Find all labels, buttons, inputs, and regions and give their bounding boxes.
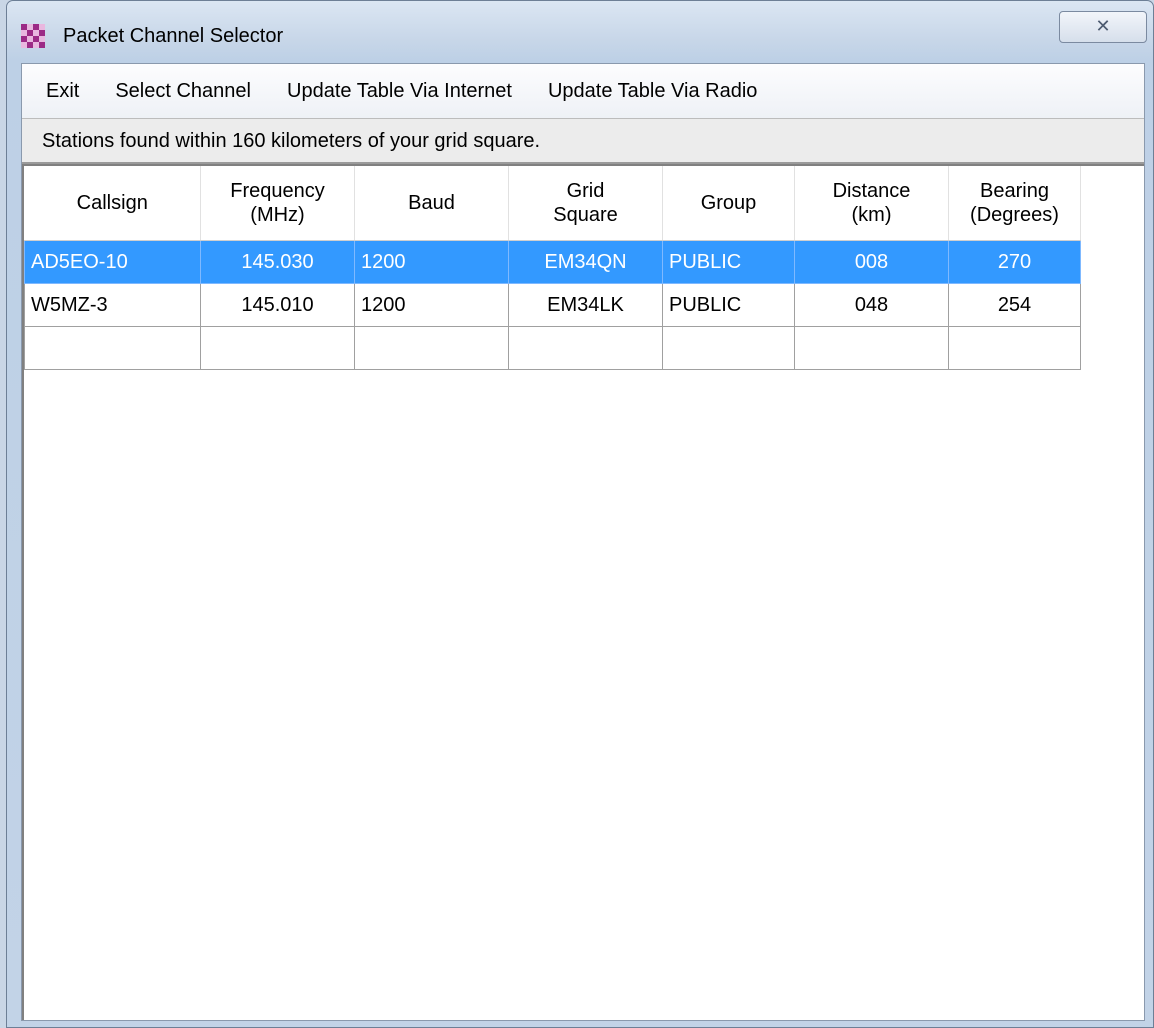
app-checker-icon xyxy=(21,24,45,48)
menu-select-channel[interactable]: Select Channel xyxy=(97,80,269,103)
app-window: Packet Channel Selector ✕ Exit Select Ch… xyxy=(6,0,1154,1028)
frequency-cell[interactable]: 145.030 xyxy=(200,240,355,284)
empty-cell[interactable] xyxy=(662,326,795,370)
column-header[interactable]: Callsign xyxy=(24,166,201,241)
callsign-cell[interactable]: AD5EO-10 xyxy=(24,240,201,284)
status-message: Stations found within 160 kilometers of … xyxy=(22,118,1144,164)
menu-exit[interactable]: Exit xyxy=(22,80,97,103)
table-row[interactable]: AD5EO-10 145.030 1200 EM34QN PUBLIC 008 … xyxy=(24,240,1081,284)
empty-cell[interactable] xyxy=(24,326,201,370)
client-area: Exit Select Channel Update Table Via Int… xyxy=(21,63,1145,1021)
stations-grid[interactable]: Callsign Frequency (MHz) Baud Grid Square … xyxy=(22,164,1144,1020)
distance-cell[interactable]: 048 xyxy=(794,283,949,327)
close-button[interactable]: ✕ xyxy=(1059,11,1147,43)
empty-cell[interactable] xyxy=(948,326,1081,370)
grid-square-cell[interactable]: EM34LK xyxy=(508,283,663,327)
title-bar[interactable]: Packet Channel Selector ✕ xyxy=(7,1,1153,63)
column-header[interactable]: Baud xyxy=(354,166,509,241)
menu-update-radio[interactable]: Update Table Via Radio xyxy=(530,80,775,103)
callsign-cell[interactable]: W5MZ-3 xyxy=(24,283,201,327)
empty-cell[interactable] xyxy=(794,326,949,370)
column-header[interactable]: Distance (km) xyxy=(794,166,949,241)
menu-update-internet[interactable]: Update Table Via Internet xyxy=(269,80,530,103)
frequency-cell[interactable]: 145.010 xyxy=(200,283,355,327)
close-icon: ✕ xyxy=(1095,16,1111,36)
empty-cell[interactable] xyxy=(200,326,355,370)
column-header[interactable]: Group xyxy=(662,166,795,241)
baud-cell[interactable]: 1200 xyxy=(354,283,509,327)
menu-bar: Exit Select Channel Update Table Via Int… xyxy=(22,64,1144,119)
column-header[interactable]: Bearing (Degrees) xyxy=(948,166,1081,241)
baud-cell[interactable]: 1200 xyxy=(354,240,509,284)
group-cell[interactable]: PUBLIC xyxy=(662,240,795,284)
grid-square-cell[interactable]: EM34QN xyxy=(508,240,663,284)
header-row: Callsign Frequency (MHz) Baud Grid Square … xyxy=(24,166,1081,241)
column-header[interactable]: Grid Square xyxy=(508,166,663,241)
column-header[interactable]: Frequency (MHz) xyxy=(200,166,355,241)
bearing-cell[interactable]: 254 xyxy=(948,283,1081,327)
group-cell[interactable]: PUBLIC xyxy=(662,283,795,327)
stations-table: Callsign Frequency (MHz) Baud Grid Square … xyxy=(24,166,1081,370)
distance-cell[interactable]: 008 xyxy=(794,240,949,284)
table-row-empty[interactable] xyxy=(24,326,1081,370)
table-row[interactable]: W5MZ-3 145.010 1200 EM34LK PUBLIC 048 25… xyxy=(24,283,1081,327)
empty-cell[interactable] xyxy=(508,326,663,370)
empty-cell[interactable] xyxy=(354,326,509,370)
window-title: Packet Channel Selector xyxy=(63,25,284,47)
bearing-cell[interactable]: 270 xyxy=(948,240,1081,284)
